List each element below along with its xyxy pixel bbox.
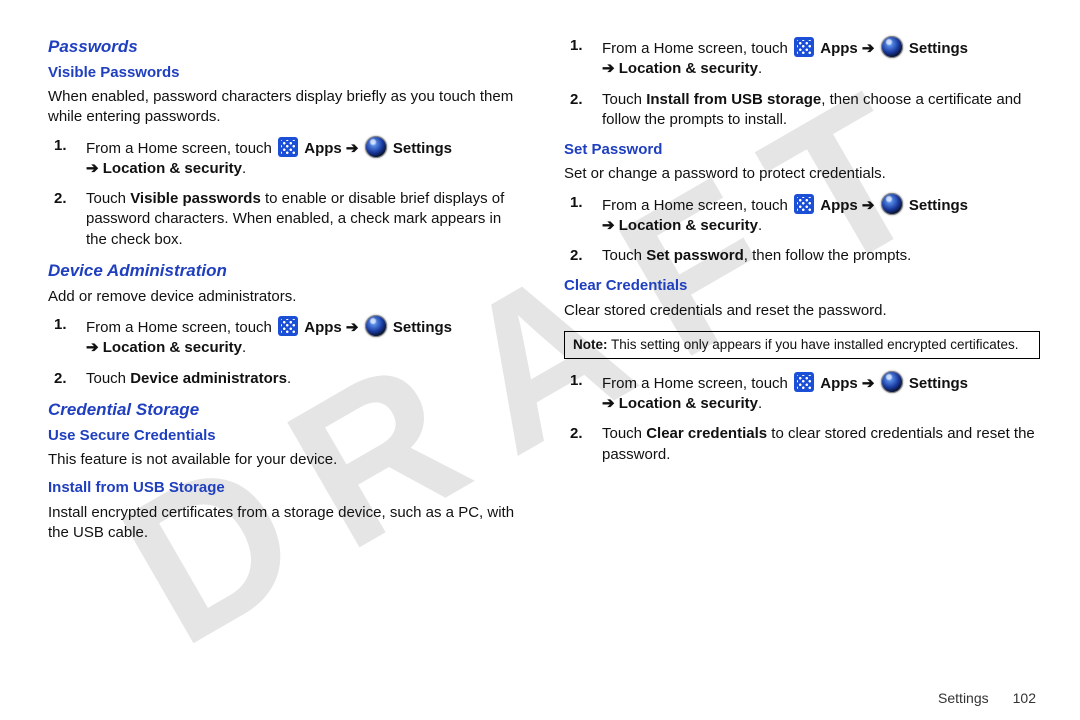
install-usb-steps: From a Home screen, touch Apps ➔ Setting… [564,36,1040,130]
arrow-prefix: ➔ [86,160,103,177]
settings-label: Settings [909,375,968,392]
note-box: Note: This setting only appears if you h… [564,331,1040,359]
period: . [287,370,291,387]
location-security: Location & security [619,217,758,234]
apps-icon [278,137,298,157]
arrow-prefix: ➔ [602,217,619,234]
text: From a Home screen, touch [86,140,276,157]
arrow-prefix: ➔ [602,60,619,77]
text: , then follow the prompts. [744,247,912,264]
location-security: Location & security [103,339,242,356]
settings-label: Settings [393,319,452,336]
footer-page-number: 102 [1013,690,1036,706]
period: . [242,160,246,177]
step: From a Home screen, touch Apps ➔ Setting… [78,315,524,359]
step: Touch Install from USB storage, then cho… [594,90,1040,131]
apps-label: Apps [304,319,342,336]
text: Touch [602,91,646,108]
set-password-intro: Set or change a password to protect cred… [564,164,1040,184]
device-admin-steps: From a Home screen, touch Apps ➔ Setting… [48,315,524,389]
apps-label: Apps [304,140,342,157]
settings-icon [365,315,387,337]
step: From a Home screen, touch Apps ➔ Setting… [78,136,524,180]
arrow-prefix: ➔ [86,339,103,356]
clear-credentials-steps: From a Home screen, touch Apps ➔ Setting… [564,371,1040,465]
location-security: Location & security [619,60,758,77]
apps-icon [794,37,814,57]
install-usb-text: Install encrypted certificates from a st… [48,503,524,544]
step: From a Home screen, touch Apps ➔ Setting… [594,36,1040,80]
arrow-icon: ➔ [346,140,359,157]
text: From a Home screen, touch [602,197,792,214]
heading-passwords: Passwords [48,36,524,59]
heading-device-administration: Device Administration [48,260,524,283]
location-security: Location & security [619,395,758,412]
settings-label: Settings [909,40,968,57]
set-password-steps: From a Home screen, touch Apps ➔ Setting… [564,193,1040,267]
arrow-icon: ➔ [862,40,875,57]
visible-passwords-intro: When enabled, password characters displa… [48,87,524,128]
arrow-icon: ➔ [862,197,875,214]
page-footer: Settings 102 [938,690,1036,706]
visible-passwords-bold: Visible passwords [130,190,261,207]
period: . [758,395,762,412]
settings-icon [881,193,903,215]
heading-use-secure-credentials: Use Secure Credentials [48,426,524,446]
step: From a Home screen, touch Apps ➔ Setting… [594,371,1040,415]
settings-icon [365,136,387,158]
period: . [758,60,762,77]
settings-label: Settings [393,140,452,157]
note-text: This setting only appears if you have in… [608,337,1019,352]
footer-section: Settings [938,690,989,706]
settings-label: Settings [909,197,968,214]
heading-visible-passwords: Visible Passwords [48,63,524,83]
device-administrators-bold: Device administrators [130,370,287,387]
settings-icon [881,371,903,393]
settings-icon [881,36,903,58]
install-usb-bold: Install from USB storage [646,91,821,108]
apps-icon [794,372,814,392]
apps-label: Apps [820,197,858,214]
step: Touch Clear credentials to clear stored … [594,424,1040,465]
heading-install-usb: Install from USB Storage [48,478,524,498]
clear-credentials-bold: Clear credentials [646,425,767,442]
apps-icon [794,194,814,214]
note-label: Note: [573,337,608,352]
clear-credentials-intro: Clear stored credentials and reset the p… [564,301,1040,321]
visible-passwords-steps: From a Home screen, touch Apps ➔ Setting… [48,136,524,250]
text: Touch [86,370,130,387]
text: From a Home screen, touch [602,375,792,392]
heading-set-password: Set Password [564,140,1040,160]
text: Touch [602,247,646,264]
text: Touch [86,190,130,207]
apps-icon [278,316,298,336]
period: . [758,217,762,234]
left-column: Passwords Visible Passwords When enabled… [48,32,524,670]
text: Touch [602,425,646,442]
device-admin-intro: Add or remove device administrators. [48,287,524,307]
arrow-icon: ➔ [346,319,359,336]
step: From a Home screen, touch Apps ➔ Setting… [594,193,1040,237]
arrow-icon: ➔ [862,375,875,392]
page-content: Passwords Visible Passwords When enabled… [0,0,1080,680]
apps-label: Apps [820,375,858,392]
heading-clear-credentials: Clear Credentials [564,276,1040,296]
step: Touch Device administrators. [78,369,524,389]
text: From a Home screen, touch [86,319,276,336]
right-column: From a Home screen, touch Apps ➔ Setting… [564,32,1040,670]
set-password-bold: Set password [646,247,744,264]
step: Touch Visible passwords to enable or dis… [78,189,524,250]
apps-label: Apps [820,40,858,57]
step: Touch Set password, then follow the prom… [594,246,1040,266]
arrow-prefix: ➔ [602,395,619,412]
text: From a Home screen, touch [602,40,792,57]
use-secure-text: This feature is not available for your d… [48,450,524,470]
heading-credential-storage: Credential Storage [48,399,524,422]
period: . [242,339,246,356]
location-security: Location & security [103,160,242,177]
